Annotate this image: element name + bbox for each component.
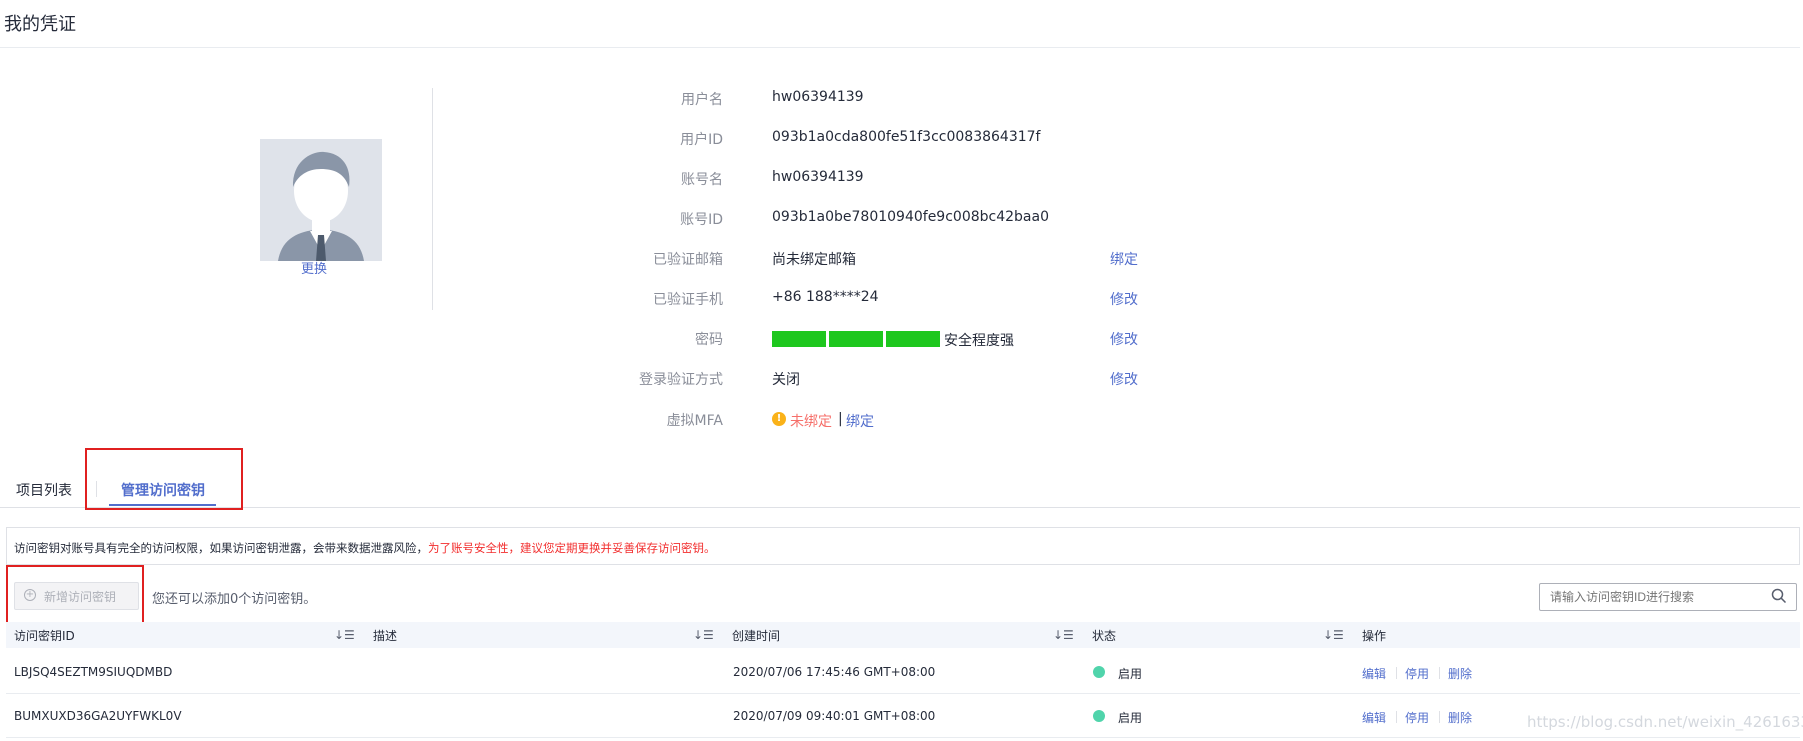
tab-project-list[interactable]: 项目列表 bbox=[16, 480, 72, 500]
profile-divider bbox=[432, 88, 433, 310]
edit-phone-link[interactable]: 修改 bbox=[1110, 289, 1138, 309]
edit-button[interactable]: 编辑 bbox=[1362, 709, 1386, 726]
column-header-created-time: 创建时间 bbox=[732, 629, 781, 643]
delete-button[interactable]: 删除 bbox=[1448, 665, 1472, 682]
search-input[interactable] bbox=[1539, 583, 1797, 611]
password-label: 密码 bbox=[695, 332, 723, 348]
sort-icon[interactable]: ↓☰ bbox=[693, 628, 714, 642]
sort-icon[interactable]: ↓☰ bbox=[1053, 628, 1074, 642]
highlight-box-tab bbox=[85, 448, 243, 510]
column-header-status: 状态 bbox=[1092, 629, 1117, 643]
email-label: 已验证邮箱 bbox=[653, 252, 723, 268]
status-enabled-icon bbox=[1093, 710, 1105, 722]
table-header bbox=[6, 622, 1800, 648]
delete-button[interactable]: 删除 bbox=[1448, 709, 1472, 726]
mfa-separator: | bbox=[838, 411, 843, 427]
action-divider bbox=[1396, 667, 1397, 679]
account-id-value: 093b1a0be78010940fe9c008bc42baa0 bbox=[772, 209, 1049, 225]
bind-email-link[interactable]: 绑定 bbox=[1110, 249, 1138, 269]
edit-login-verify-link[interactable]: 修改 bbox=[1110, 369, 1138, 389]
row-divider bbox=[6, 693, 1800, 694]
column-header-actions: 操作 bbox=[1362, 629, 1387, 643]
login-verify-label: 登录验证方式 bbox=[639, 372, 723, 388]
row-created-time: 2020/07/09 09:40:01 GMT+08:00 bbox=[733, 709, 936, 723]
row-key-id: LBJSQ4SEZTM9SIUQDMBD bbox=[14, 665, 173, 679]
user-silhouette-icon bbox=[260, 139, 382, 261]
warning-icon: ! bbox=[772, 412, 786, 426]
password-strength-segment bbox=[772, 331, 826, 347]
row-status: 启用 bbox=[1118, 667, 1143, 681]
password-strength-segment bbox=[886, 331, 940, 347]
title-divider bbox=[0, 47, 1800, 48]
phone-label: 已验证手机 bbox=[653, 292, 723, 308]
password-strength-text: 安全程度强 bbox=[944, 333, 1014, 349]
sort-icon[interactable]: ↓☰ bbox=[334, 628, 355, 642]
disable-button[interactable]: 停用 bbox=[1405, 665, 1429, 682]
phone-value: +86 188****24 bbox=[772, 289, 879, 305]
row-key-id: BUMXUXD36GA2UYFWKL0V bbox=[14, 709, 182, 723]
login-verify-value: 关闭 bbox=[772, 372, 800, 388]
action-divider bbox=[1439, 667, 1440, 679]
mfa-status: 未绑定 bbox=[790, 414, 832, 430]
tabs-divider bbox=[0, 507, 1800, 508]
remaining-quota-text: 您还可以添加0个访问密钥。 bbox=[152, 592, 317, 607]
sort-icon[interactable]: ↓☰ bbox=[1323, 628, 1344, 642]
account-id-label: 账号ID bbox=[680, 212, 723, 228]
change-avatar-link[interactable]: 更换 bbox=[301, 258, 327, 277]
username-value: hw06394139 bbox=[772, 89, 864, 105]
row-created-time: 2020/07/06 17:45:46 GMT+08:00 bbox=[733, 665, 936, 679]
edit-password-link[interactable]: 修改 bbox=[1110, 329, 1138, 349]
email-value: 尚未绑定邮箱 bbox=[772, 252, 856, 268]
notice-text: 访问密钥对账号具有完全的访问权限，如果访问密钥泄露，会带来数据泄露风险，为了账号… bbox=[14, 540, 716, 556]
highlight-box-create bbox=[6, 565, 144, 627]
bind-mfa-link[interactable]: 绑定 bbox=[846, 411, 874, 431]
watermark: https://blog.csdn.net/weixin_42616332 bbox=[1527, 713, 1803, 731]
mfa-label: 虚拟MFA bbox=[666, 413, 723, 429]
action-divider bbox=[1396, 711, 1397, 723]
status-enabled-icon bbox=[1093, 666, 1105, 678]
row-divider bbox=[6, 737, 1800, 738]
row-status: 启用 bbox=[1118, 711, 1143, 725]
disable-button[interactable]: 停用 bbox=[1405, 709, 1429, 726]
account-name-label: 账号名 bbox=[681, 172, 723, 188]
search-icon[interactable] bbox=[1771, 588, 1787, 604]
column-header-key-id: 访问密钥ID bbox=[14, 629, 75, 643]
avatar[interactable] bbox=[260, 139, 382, 261]
notice-main-text: 访问密钥对账号具有完全的访问权限，如果访问密钥泄露，会带来数据泄露风险， bbox=[14, 541, 428, 555]
column-header-description: 描述 bbox=[373, 629, 398, 643]
user-id-label: 用户ID bbox=[680, 132, 723, 148]
user-id-value: 093b1a0cda800fe51f3cc0083864317f bbox=[772, 129, 1041, 145]
action-divider bbox=[1439, 711, 1440, 723]
account-name-value: hw06394139 bbox=[772, 169, 864, 185]
edit-button[interactable]: 编辑 bbox=[1362, 665, 1386, 682]
password-strength-segment bbox=[829, 331, 883, 347]
notice-warning-text: 为了账号安全性，建议您定期更换并妥善保存访问密钥。 bbox=[428, 541, 716, 555]
page-title: 我的凭证 bbox=[4, 14, 76, 35]
username-label: 用户名 bbox=[681, 92, 723, 108]
